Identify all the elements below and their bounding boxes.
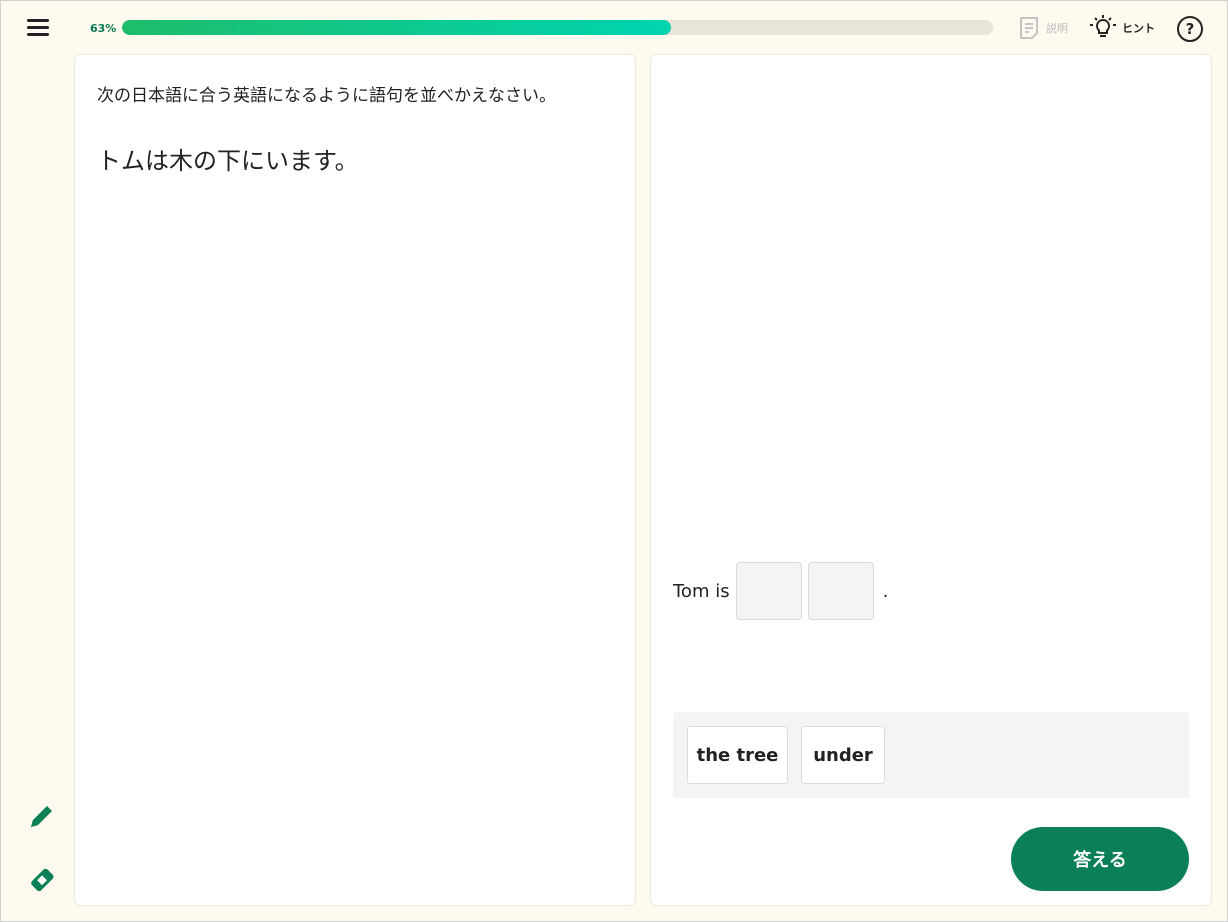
answer-slot-1[interactable] bbox=[735, 562, 802, 620]
menu-button[interactable] bbox=[24, 14, 52, 42]
question-text: トムは木の下にいます。 bbox=[97, 147, 359, 175]
menu-icon bbox=[27, 19, 49, 22]
word-chip-under[interactable]: under bbox=[801, 726, 885, 784]
eraser-tool-button[interactable] bbox=[27, 866, 57, 896]
progress-bar bbox=[122, 20, 993, 35]
question-circle-icon: ? bbox=[1185, 20, 1195, 38]
answer-slot-2[interactable] bbox=[807, 562, 874, 620]
lightbulb-icon bbox=[1090, 15, 1116, 37]
answer-button[interactable]: 答える bbox=[1011, 827, 1189, 891]
pencil-icon bbox=[31, 806, 52, 827]
word-chip-the-tree[interactable]: the tree bbox=[687, 726, 788, 784]
answer-panel: Tom is . the tree under 答える bbox=[650, 54, 1212, 906]
description-label: 説明 bbox=[1046, 22, 1068, 35]
question-panel: 次の日本語に合う英語になるように語句を並べかえなさい。 トムは木の下にいます。 bbox=[74, 54, 636, 906]
hint-button[interactable]: ヒント bbox=[1090, 14, 1155, 42]
instruction-text: 次の日本語に合う英語になるように語句を並べかえなさい。 bbox=[97, 86, 556, 106]
description-button[interactable]: 説明 bbox=[1018, 14, 1068, 42]
answer-sentence: Tom is . bbox=[673, 562, 888, 620]
sentence-prefix: Tom is bbox=[673, 580, 730, 602]
progress-fill bbox=[122, 20, 671, 35]
document-icon bbox=[1020, 17, 1038, 39]
word-bank: the tree under bbox=[673, 712, 1189, 798]
progress-label: 63% bbox=[90, 22, 117, 35]
sentence-suffix: . bbox=[882, 580, 889, 602]
pencil-tool-button[interactable] bbox=[27, 801, 57, 831]
eraser-icon bbox=[31, 868, 54, 892]
hint-label: ヒント bbox=[1122, 22, 1155, 35]
help-button[interactable]: ? bbox=[1177, 16, 1203, 42]
